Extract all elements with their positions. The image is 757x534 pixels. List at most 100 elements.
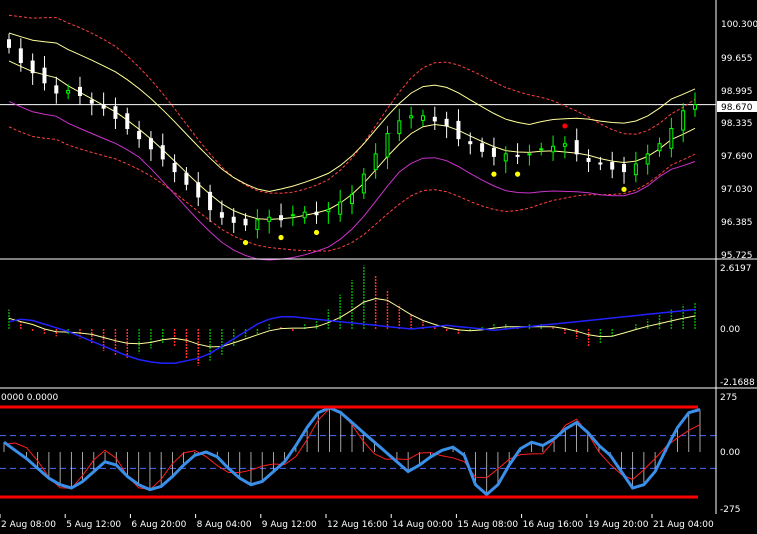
- candle-body: [350, 193, 354, 205]
- price-tick: 98.995: [721, 87, 753, 97]
- candle-body: [290, 214, 295, 217]
- candle-body: [539, 148, 544, 151]
- candle-body: [385, 133, 390, 158]
- candle-body: [267, 216, 272, 222]
- candle-body: [574, 140, 579, 155]
- candle-body: [18, 48, 23, 64]
- candle-body: [231, 216, 236, 223]
- candle-body: [456, 120, 461, 140]
- candle-body: [515, 154, 520, 157]
- time-label: 9 Aug 12:00: [262, 520, 317, 530]
- price-tick: 96.385: [721, 218, 753, 228]
- candle-body: [693, 104, 697, 110]
- candle-body: [645, 153, 650, 165]
- candle-body: [622, 163, 627, 173]
- candle-body: [243, 218, 248, 226]
- swing-low-marker: [313, 229, 320, 236]
- cci-header: 0000 0.0000: [1, 393, 59, 403]
- candle-body: [373, 153, 378, 171]
- candle-body: [196, 182, 201, 198]
- time-label: 12 Aug 16:00: [327, 520, 388, 530]
- candle-body: [30, 60, 35, 74]
- candle-body: [160, 145, 165, 160]
- candle-body: [326, 209, 331, 213]
- price-tick: 100.300: [721, 20, 757, 30]
- signal-line: [8, 308, 696, 364]
- candle-body: [681, 110, 686, 131]
- candle-body: [409, 115, 414, 119]
- osc-tick: 2.6197: [720, 264, 752, 274]
- candle-body: [219, 212, 224, 218]
- candle-body: [503, 153, 508, 162]
- cci-tick: 275: [720, 393, 737, 403]
- cci-tick: -275: [720, 505, 740, 515]
- candle-body: [432, 116, 437, 122]
- chart-canvas: 100.300 99.655 98.995 98.335 97.690 97.0…: [0, 0, 757, 530]
- swing-low-marker: [514, 171, 521, 177]
- price-tick: 97.690: [721, 152, 753, 162]
- cci-axis: 275 0.00 -275: [720, 393, 740, 515]
- price-panel[interactable]: [0, 14, 716, 261]
- swing-low-marker: [242, 239, 249, 246]
- candle-body: [338, 201, 343, 215]
- candle-body: [657, 143, 662, 152]
- price-tick: 95.725: [721, 251, 753, 261]
- candle-body: [89, 99, 94, 104]
- candle-body: [148, 138, 153, 150]
- time-label: 5 Aug 12:00: [66, 520, 121, 530]
- lower-band: [8, 100, 696, 261]
- oscillator-axis: 2.6197 0.00 -2.1688: [720, 264, 755, 388]
- current-price-label: 98.670: [721, 103, 753, 113]
- candle-body: [66, 89, 71, 94]
- price-tick: 98.335: [721, 119, 753, 129]
- swing-low-marker: [278, 234, 284, 241]
- candle-body: [361, 173, 366, 194]
- candle-body: [125, 113, 130, 129]
- price-tick: 97.030: [721, 185, 753, 195]
- candle-body: [610, 161, 615, 170]
- candle-body: [42, 67, 47, 84]
- time-label: 14 Aug 00:00: [392, 520, 453, 530]
- candle-body: [397, 120, 402, 135]
- candle-body: [444, 118, 449, 127]
- price-tick: 99.655: [721, 54, 753, 64]
- candle-body: [54, 85, 59, 94]
- candle-body: [480, 143, 485, 152]
- time-axis: 2 Aug 08:00 5 Aug 12:00 6 Aug 20:00 8 Aug 0…: [0, 514, 714, 530]
- candle-body: [279, 215, 284, 221]
- candle-body: [633, 163, 638, 176]
- time-label: 2 Aug 08:00: [1, 520, 56, 530]
- candle-body: [669, 127, 674, 149]
- osc-tick: 0.00: [720, 325, 740, 335]
- time-label: 6 Aug 20:00: [131, 520, 186, 530]
- candle-body: [7, 39, 11, 48]
- price-axis: 100.300 99.655 98.995 98.335 97.690 97.0…: [721, 20, 757, 261]
- candle-body: [598, 162, 603, 165]
- upper-band: [8, 32, 696, 193]
- candle-body: [302, 211, 307, 219]
- swing-low-marker: [621, 186, 627, 192]
- swing-high-marker: [562, 123, 568, 129]
- candle-body: [420, 115, 425, 121]
- osc-tick: -2.1688: [720, 378, 755, 388]
- candle-body: [137, 131, 142, 140]
- cci-tick: 0.00: [720, 448, 740, 458]
- time-label: 19 Aug 20:00: [588, 520, 649, 530]
- candle-body: [101, 104, 106, 109]
- time-label: 16 Aug 16:00: [523, 520, 584, 530]
- candle-body: [208, 191, 213, 211]
- candle-body: [255, 219, 260, 230]
- time-label: 15 Aug 08:00: [457, 520, 518, 530]
- candle-body: [172, 162, 177, 173]
- candle-body: [184, 172, 189, 185]
- swing-low-marker: [491, 171, 497, 177]
- candle-body: [77, 86, 82, 97]
- candle-body: [562, 143, 567, 147]
- candle-body: [314, 211, 319, 216]
- cci-panel[interactable]: [0, 405, 716, 499]
- candle-body: [468, 141, 473, 145]
- time-label: 8 Aug 04:00: [197, 520, 252, 530]
- candle-body: [491, 147, 496, 157]
- oscillator-panel[interactable]: [8, 265, 696, 366]
- candle-body: [527, 153, 532, 156]
